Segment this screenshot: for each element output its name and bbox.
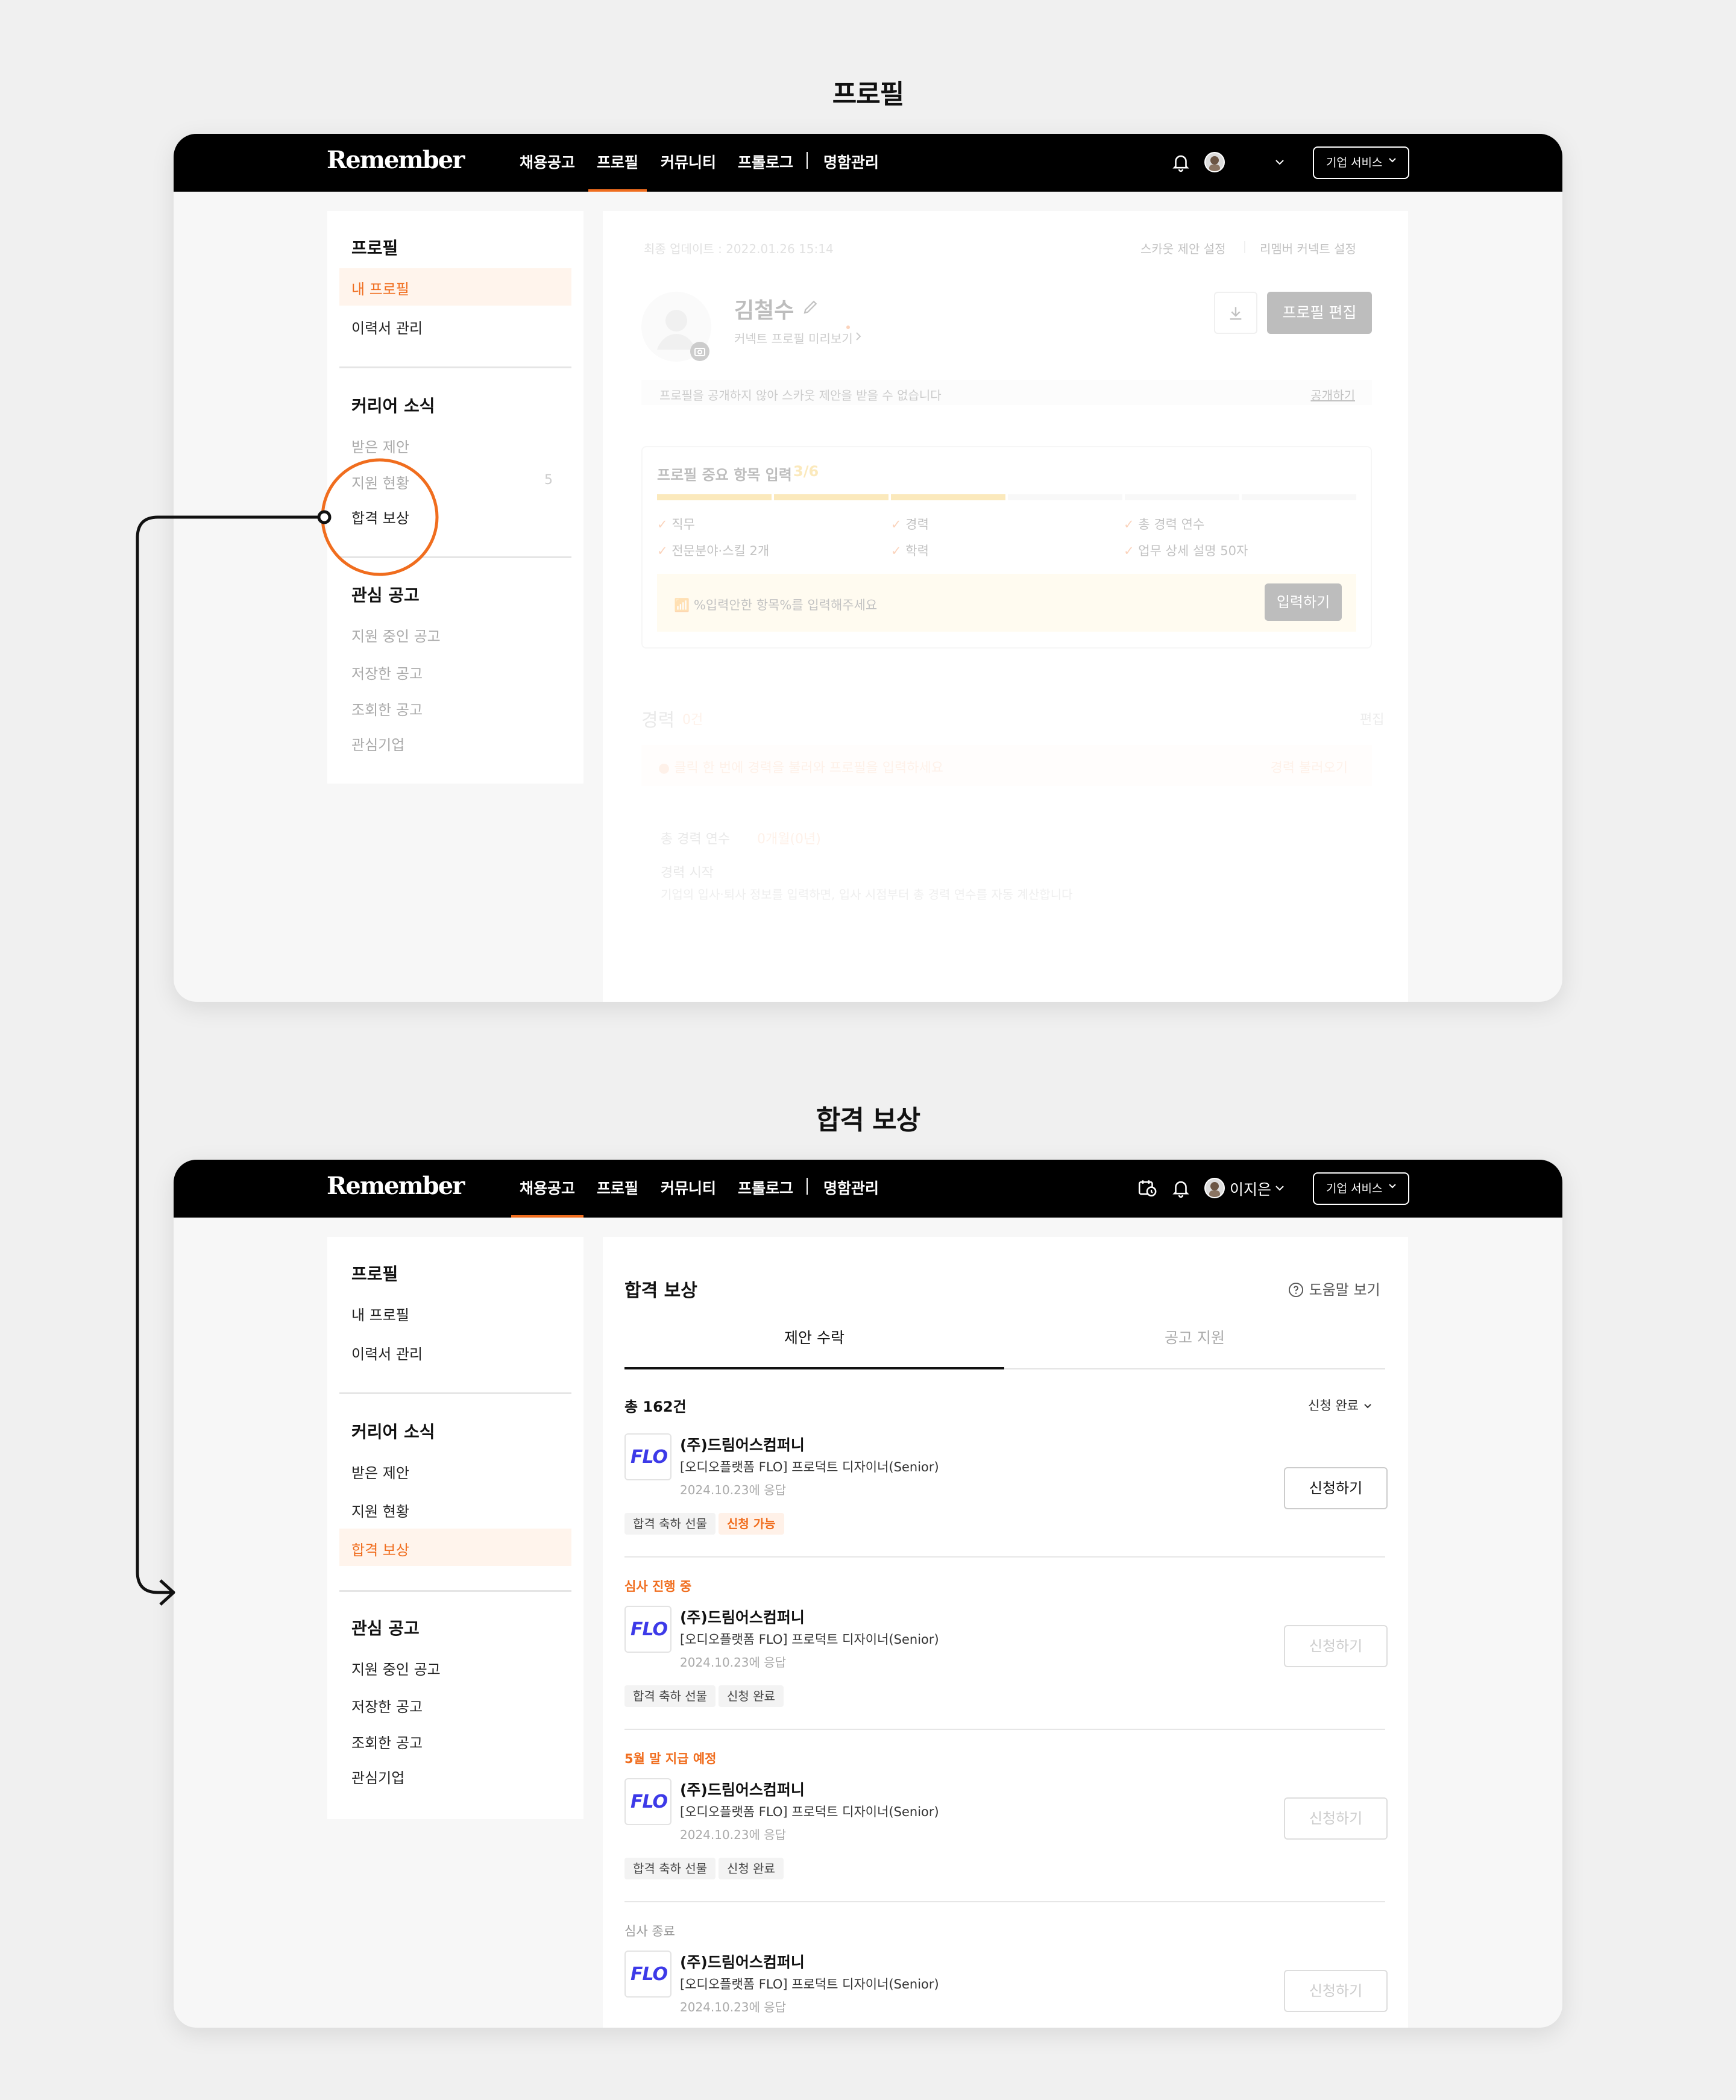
connector-start-dot	[317, 510, 332, 524]
flow-annotation	[136, 458, 439, 1606]
connector-line	[136, 515, 324, 1594]
highlight-circle	[321, 458, 439, 576]
